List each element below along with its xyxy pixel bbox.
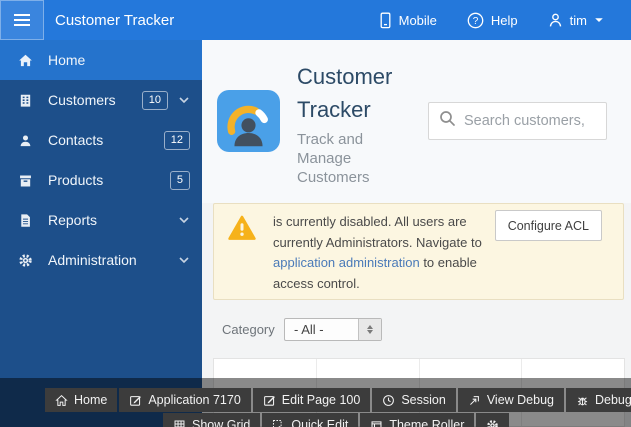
devtoolbar-edit-page-button[interactable]: Edit Page 100 [253, 388, 371, 412]
devtoolbar-settings-button[interactable] [476, 413, 509, 427]
main-content: Customer Tracker Track and Manage Custom… [202, 40, 631, 427]
caret-down-icon [594, 15, 604, 25]
phone-icon [379, 12, 392, 29]
hamburger-icon [14, 14, 30, 16]
sidebar-item-home[interactable]: Home [0, 40, 202, 80]
devtoolbar-row1: Home Application 7170 Edit Page 100 Sess… [45, 388, 631, 412]
products-count-badge: 5 [170, 171, 190, 190]
help-link[interactable]: ? Help [467, 12, 518, 29]
configure-acl-button[interactable]: Configure ACL [495, 210, 602, 241]
sidebar-item-reports[interactable]: Reports [0, 200, 202, 240]
svg-text:?: ? [473, 16, 479, 27]
devtoolbar-view-debug-button[interactable]: View Debug [458, 388, 564, 412]
search-icon [439, 110, 456, 132]
page-title: Customer Tracker [297, 60, 422, 126]
devtoolbar-debug-button[interactable]: Debug [566, 388, 631, 412]
menu-toggle-button[interactable] [0, 0, 44, 40]
warning-message: is currently disabled. All users are cur… [273, 212, 509, 294]
devtoolbar-home-button[interactable]: Home [45, 388, 117, 412]
chevron-down-icon [178, 94, 190, 106]
warning-banner: is currently disabled. All users are cur… [213, 203, 624, 300]
chevron-down-icon [178, 214, 190, 226]
sidebar-item-administration[interactable]: Administration [0, 240, 202, 280]
devtoolbar-quick-edit-button[interactable]: Quick Edit [262, 413, 358, 427]
devtoolbar-show-grid-button[interactable]: Show Grid [163, 413, 260, 427]
building-icon [18, 93, 33, 108]
devtoolbar-application-button[interactable]: Application 7170 [119, 388, 250, 412]
devtoolbar-row2: Show Grid Quick Edit Theme Roller [163, 413, 509, 427]
select-stepper-icon [358, 319, 381, 340]
app-window: Customer Tracker Mobile ? Help tim Home [0, 0, 631, 427]
gauge-person-app-icon [217, 90, 280, 152]
devtoolbar-theme-roller-button[interactable]: Theme Roller [360, 413, 474, 427]
warning-triangle-icon [228, 215, 256, 241]
document-icon [18, 213, 33, 228]
category-select[interactable]: - All - [284, 318, 382, 341]
app-title: Customer Tracker [55, 12, 174, 29]
topbar: Customer Tracker Mobile ? Help tim [0, 0, 631, 40]
customers-count-badge: 10 [142, 91, 168, 110]
help-circle-icon: ? [467, 12, 484, 29]
sidebar-item-products[interactable]: Products 5 [0, 160, 202, 200]
page-subtitle: Track and Manage Customers [297, 130, 383, 187]
home-icon [18, 53, 33, 68]
category-label: Category [222, 322, 284, 337]
user-icon [548, 12, 563, 28]
search-input[interactable] [464, 113, 598, 129]
box-icon [18, 173, 33, 188]
sidebar-item-contacts[interactable]: Contacts 12 [0, 120, 202, 160]
category-filter: Category - All - [222, 318, 382, 341]
person-icon [18, 133, 33, 148]
mobile-link[interactable]: Mobile [379, 12, 437, 29]
gear-icon [18, 253, 33, 268]
category-select-value: - All - [285, 322, 358, 337]
application-administration-link[interactable]: application administration [273, 255, 420, 270]
search-box [428, 102, 607, 140]
sidebar-item-customers[interactable]: Customers 10 [0, 80, 202, 120]
chevron-down-icon [178, 254, 190, 266]
hero-region: Customer Tracker Track and Manage Custom… [202, 40, 631, 203]
sidebar: Home Customers 10 Contacts 12 Products 5… [0, 40, 202, 427]
contacts-count-badge: 12 [164, 131, 190, 150]
user-menu[interactable]: tim [548, 12, 604, 28]
topbar-actions: Mobile ? Help tim [379, 0, 631, 40]
devtoolbar-session-button[interactable]: Session [372, 388, 455, 412]
